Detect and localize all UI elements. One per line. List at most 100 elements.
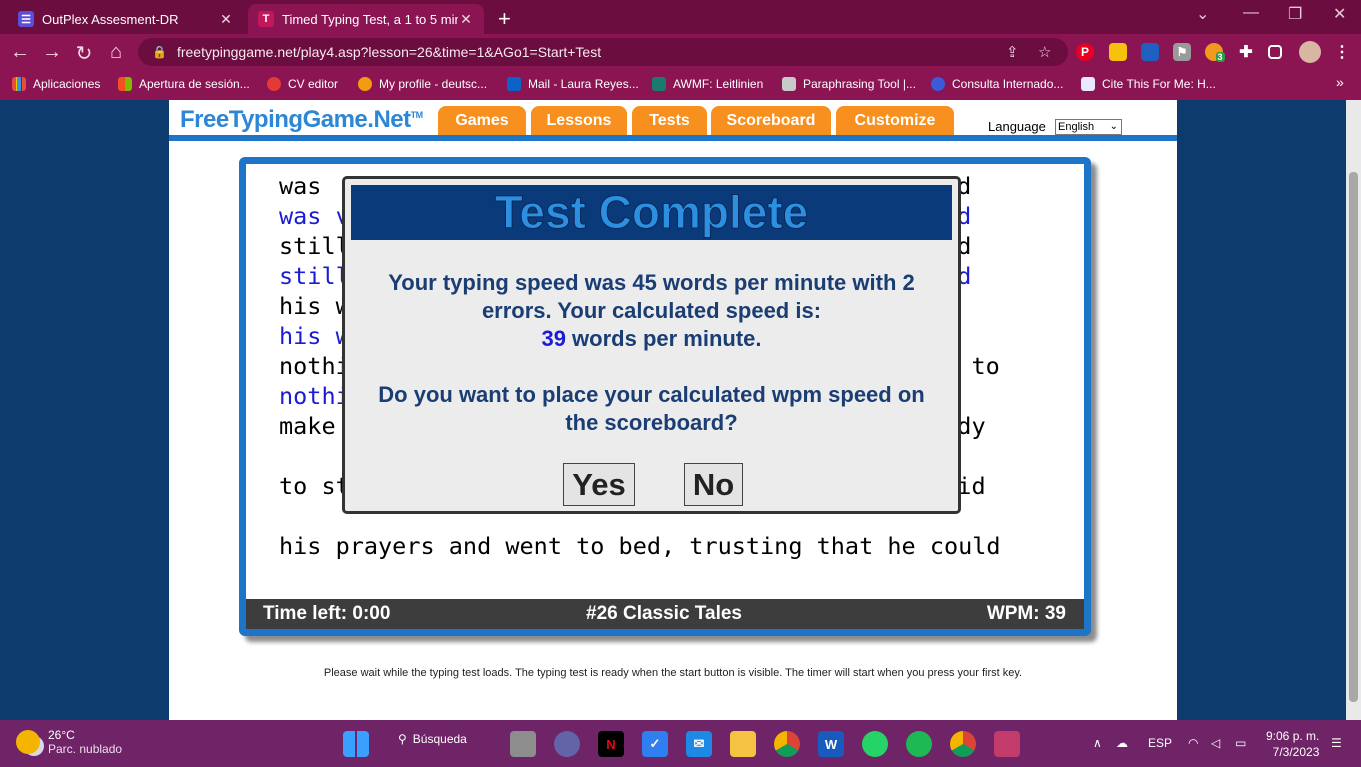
reload-icon[interactable]: ↻: [72, 41, 96, 66]
share-icon[interactable]: ⇪: [1006, 43, 1019, 61]
outlook-icon: [507, 77, 521, 91]
language-label: Language: [988, 119, 1046, 134]
bookmark-apps[interactable]: Aplicaciones: [12, 77, 100, 91]
dialog-header: Test Complete: [351, 185, 952, 240]
bookmark-profile[interactable]: My profile - deutsc...: [358, 77, 487, 91]
bookmark-label: Mail - Laura Reyes...: [528, 77, 639, 91]
close-window-icon[interactable]: ✕: [1333, 4, 1346, 24]
bookmark-paraphrasing[interactable]: Paraphrasing Tool |...: [782, 77, 916, 91]
bookmark-mail[interactable]: Mail - Laura Reyes...: [507, 77, 639, 91]
menu-dots-icon[interactable]: ⋮: [1333, 43, 1351, 61]
site-logo[interactable]: FreeTypingGame.NetTM: [180, 106, 423, 134]
close-icon[interactable]: ✕: [458, 11, 474, 28]
language-select[interactable]: English ⌄: [1055, 119, 1122, 135]
spotify-icon[interactable]: [906, 731, 932, 757]
bookmark-label: Paraphrasing Tool |...: [803, 77, 916, 91]
question-line-2: the scoreboard?: [565, 410, 738, 435]
mail-icon[interactable]: ✉: [686, 731, 712, 757]
todo-icon[interactable]: ✓: [642, 731, 668, 757]
task-view-icon[interactable]: [510, 731, 536, 757]
chevron-down-icon: ⌄: [1109, 121, 1118, 132]
nav-games[interactable]: Games: [438, 106, 526, 136]
system-clock[interactable]: 9:06 p. m. 7/3/2023: [1266, 728, 1319, 760]
yes-button[interactable]: Yes: [563, 463, 635, 506]
tab-strip: ☰ OutPlex Assesment-DR ✕ T Timed Typing …: [0, 0, 1361, 34]
side-panel-icon[interactable]: [1268, 45, 1282, 59]
address-bar[interactable]: 🔒 freetypinggame.net/play4.asp?lesson=26…: [138, 38, 1068, 66]
browser-toolbar: ← → ↻ ⌂ 🔒 freetypinggame.net/play4.asp?l…: [0, 34, 1361, 70]
bookmark-cite[interactable]: Cite This For Me: H...: [1081, 77, 1216, 91]
nav-tests[interactable]: Tests: [632, 106, 707, 136]
awmf-icon: [652, 77, 666, 91]
profile-avatar[interactable]: [1299, 41, 1321, 63]
pinterest-icon[interactable]: P: [1076, 43, 1094, 61]
nav-lessons[interactable]: Lessons: [531, 106, 627, 136]
notes-extension-icon[interactable]: [1109, 43, 1127, 61]
scrollbar-thumb[interactable]: [1349, 172, 1358, 702]
reader-extension-icon[interactable]: [1141, 43, 1159, 61]
more-bookmarks-icon[interactable]: »: [1336, 74, 1344, 90]
back-icon[interactable]: ←: [8, 41, 32, 64]
notifications-icon[interactable]: ☰: [1331, 736, 1342, 750]
bookmark-cv-editor[interactable]: CV editor: [267, 77, 338, 91]
show-hidden-icons[interactable]: ∧: [1093, 736, 1102, 750]
weather-widget[interactable]: 26°C Parc. nublado: [16, 728, 122, 756]
home-icon[interactable]: ⌂: [104, 41, 128, 64]
volume-icon[interactable]: ◁: [1211, 736, 1220, 750]
chrome-icon[interactable]: [774, 731, 800, 757]
battery-icon[interactable]: ▭: [1235, 736, 1246, 750]
temperature: 26°C: [48, 728, 75, 742]
bookmark-apertura[interactable]: Apertura de sesión...: [118, 77, 250, 91]
tab-typing-test[interactable]: T Timed Typing Test, a 1 to 5 minut ✕: [248, 4, 484, 34]
cite-icon: [1081, 77, 1095, 91]
snipping-tool-icon[interactable]: [994, 731, 1020, 757]
language-value: English: [1058, 121, 1095, 133]
apps-grid-icon: [12, 77, 26, 91]
wifi-icon[interactable]: ◠: [1188, 736, 1198, 750]
word-icon[interactable]: W: [818, 731, 844, 757]
cloud-icon[interactable]: ☁: [1116, 736, 1128, 750]
text-line: his prayers and went to bed, trusting th…: [279, 532, 1001, 560]
header-divider: [169, 135, 1177, 141]
windows-start-icon[interactable]: [343, 731, 369, 757]
nav-scoreboard[interactable]: Scoreboard: [711, 106, 831, 136]
taskbar-search[interactable]: ⚲ Búsqueda: [398, 732, 467, 746]
input-language[interactable]: ESP: [1148, 736, 1172, 750]
pdf-extension-icon[interactable]: ⚑: [1173, 43, 1191, 61]
nav-customize[interactable]: Customize: [836, 106, 954, 136]
text-line: still: [279, 232, 350, 260]
whatsapp-icon[interactable]: [862, 731, 888, 757]
text-line: make: [279, 412, 336, 440]
minimize-icon[interactable]: —: [1243, 4, 1259, 22]
result-line-1: Your typing speed was 45 words per minut…: [388, 270, 915, 295]
restore-icon[interactable]: ❐: [1288, 4, 1302, 24]
page-scrollbar[interactable]: [1346, 100, 1361, 720]
chrome-profile-icon[interactable]: [950, 731, 976, 757]
file-explorer-icon[interactable]: [730, 731, 756, 757]
pen-icon: [782, 77, 796, 91]
bookmark-consulta[interactable]: Consulta Internado...: [931, 77, 1063, 91]
typing-site-icon: T: [258, 11, 274, 27]
search-label: Búsqueda: [412, 732, 467, 746]
netflix-icon[interactable]: N: [598, 731, 624, 757]
bookmark-star-icon[interactable]: ☆: [1038, 43, 1051, 61]
bookmark-label: Aplicaciones: [33, 77, 101, 91]
new-tab-icon[interactable]: +: [498, 6, 511, 32]
text-line: to st: [279, 472, 350, 500]
extensions-puzzle-icon[interactable]: ✚: [1237, 43, 1255, 61]
extension-badge-icon[interactable]: 3: [1205, 43, 1225, 62]
tab-search-icon[interactable]: ⌄: [1196, 4, 1209, 24]
text-line: his w: [279, 292, 350, 320]
url-text: freetypinggame.net/play4.asp?lesson=26&t…: [176, 44, 602, 60]
bookmark-label: AWMF: Leitlinien: [673, 77, 764, 91]
teams-chat-icon[interactable]: [554, 731, 580, 757]
no-button[interactable]: No: [684, 463, 743, 506]
forward-icon[interactable]: →: [40, 41, 64, 64]
close-icon[interactable]: ✕: [218, 11, 234, 28]
lock-icon: 🔒: [152, 45, 167, 59]
extension-badge-count: 3: [1215, 52, 1225, 62]
tab-title: Timed Typing Test, a 1 to 5 minut: [282, 11, 458, 27]
bookmark-awmf[interactable]: AWMF: Leitlinien: [652, 77, 763, 91]
tab-outplex[interactable]: ☰ OutPlex Assesment-DR ✕: [8, 4, 244, 34]
bookmarks-bar: Aplicaciones Apertura de sesión... CV ed…: [0, 70, 1361, 100]
